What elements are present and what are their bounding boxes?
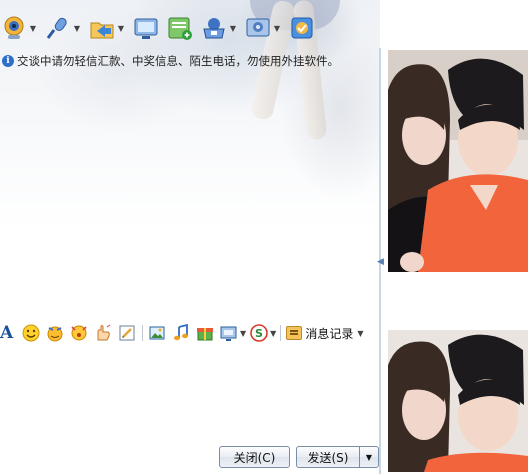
webcam-icon <box>0 14 28 42</box>
chat-window: ▼ ▼ ▼ ▼ ▼ i 交谈中请勿轻信汇款、中奖信息、陌生电话，勿使用外挂软件。… <box>0 0 530 474</box>
self-photo <box>388 330 528 472</box>
video-chat-button[interactable]: ▼ <box>0 14 38 42</box>
chevron-down-icon[interactable]: ▼ <box>357 329 363 338</box>
font-style-button[interactable]: A <box>0 323 14 343</box>
close-button[interactable]: 关闭(C) <box>219 446 290 468</box>
chevron-down-icon[interactable]: ▼ <box>240 329 246 338</box>
shake-icon[interactable] <box>70 324 88 342</box>
toolbar-separator <box>142 325 143 341</box>
screenshot-button[interactable] <box>132 14 160 42</box>
app-box-icon <box>288 14 316 42</box>
poke-icon[interactable] <box>94 324 112 342</box>
settings-button[interactable]: ▼ <box>244 14 282 42</box>
gift-icon[interactable] <box>196 324 214 342</box>
screen-capture-icon[interactable] <box>220 324 238 342</box>
message-history-button[interactable]: 消息记录 ▼ <box>286 325 367 342</box>
toolbar-separator <box>280 325 282 341</box>
send-file-icon <box>88 14 116 42</box>
chevron-down-icon[interactable]: ▼ <box>272 24 282 33</box>
message-input[interactable] <box>0 346 379 442</box>
top-toolbar: ▼ ▼ ▼ ▼ ▼ <box>0 10 322 46</box>
sogou-input-icon[interactable]: S <box>250 324 268 342</box>
emoji-icon[interactable] <box>22 324 40 342</box>
add-app-icon <box>166 14 194 42</box>
message-history-label: 消息记录 <box>305 326 354 341</box>
remote-assist-button[interactable]: ▼ <box>200 14 238 42</box>
screenshot-icon <box>132 14 160 42</box>
settings-icon <box>244 14 272 42</box>
contact-photo <box>388 50 528 272</box>
microphone-icon <box>44 14 72 42</box>
chevron-down-icon[interactable]: ▼ <box>28 24 38 33</box>
security-notice: i 交谈中请勿轻信汇款、中奖信息、陌生电话，勿使用外挂软件。 <box>2 53 339 69</box>
send-options-chevron-down-icon[interactable]: ▼ <box>359 446 379 468</box>
remote-assist-icon <box>200 14 228 42</box>
chevron-down-icon[interactable]: ▼ <box>116 24 126 33</box>
add-app-button[interactable] <box>166 14 194 42</box>
magic-emoji-icon[interactable] <box>46 324 64 342</box>
doodle-icon[interactable] <box>118 324 136 342</box>
chevron-down-icon[interactable]: ▼ <box>228 24 238 33</box>
app-box-button[interactable] <box>288 14 316 42</box>
image-icon[interactable] <box>148 324 166 342</box>
send-file-button[interactable]: ▼ <box>88 14 126 42</box>
format-toolbar: A ▼ S ▼ 消息记录 ▼ <box>0 321 380 345</box>
security-notice-text: 交谈中请勿轻信汇款、中奖信息、陌生电话，勿使用外挂软件。 <box>17 54 339 68</box>
music-icon[interactable] <box>172 324 190 342</box>
chevron-down-icon[interactable]: ▼ <box>72 24 82 33</box>
collapse-arrow-icon[interactable]: ◀ <box>377 254 384 270</box>
svg-text:S: S <box>255 327 263 340</box>
send-button[interactable]: 发送(S) <box>296 446 360 468</box>
history-icon <box>286 326 303 340</box>
chevron-down-icon[interactable]: ▼ <box>270 329 276 338</box>
voice-chat-button[interactable]: ▼ <box>44 14 82 42</box>
info-icon: i <box>2 55 14 67</box>
